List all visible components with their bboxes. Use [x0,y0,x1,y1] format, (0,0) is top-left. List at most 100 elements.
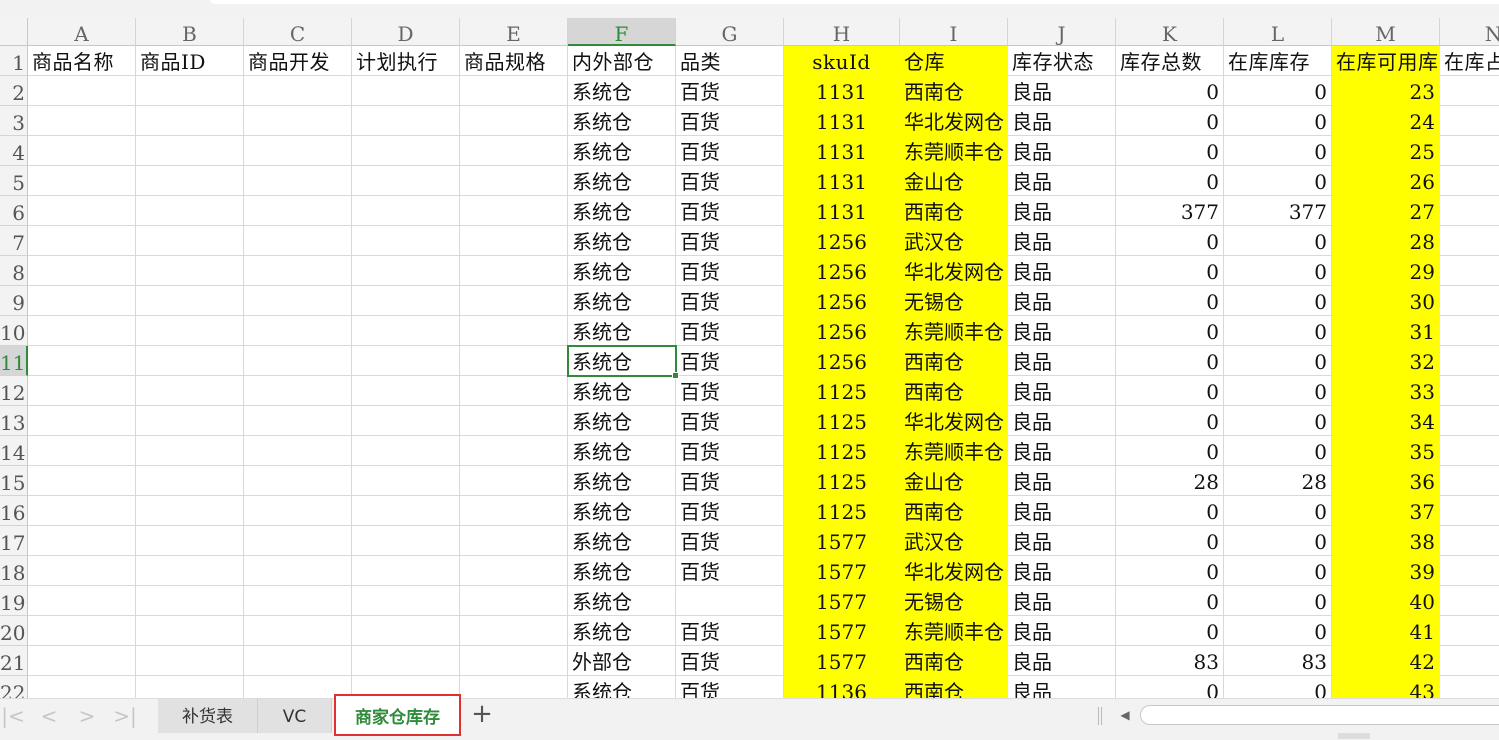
header-cell-l[interactable]: 在库库存 [1224,46,1332,76]
cell-n14[interactable] [1440,436,1499,466]
cell-d15[interactable] [352,466,460,496]
cell-d12[interactable] [352,376,460,406]
cell-n18[interactable] [1440,556,1499,586]
cell-f8[interactable]: 系统仓 [568,256,676,286]
cell-j15[interactable]: 良品 [1008,466,1116,496]
cell-e12[interactable] [460,376,568,406]
cell-e5[interactable] [460,166,568,196]
column-header-h[interactable]: H [784,18,900,46]
cell-h17[interactable]: 1577 [784,526,900,556]
cell-c6[interactable] [244,196,352,226]
cell-n8[interactable] [1440,256,1499,286]
cell-j3[interactable]: 良品 [1008,106,1116,136]
cell-k12[interactable]: 0 [1116,376,1224,406]
cell-f21[interactable]: 外部仓 [568,646,676,676]
select-all-corner[interactable] [0,18,28,46]
cell-n3[interactable] [1440,106,1499,136]
cell-h9[interactable]: 1256 [784,286,900,316]
cell-a10[interactable] [28,316,136,346]
cell-a15[interactable] [28,466,136,496]
column-header-l[interactable]: L [1224,18,1332,46]
row-header-3[interactable]: 3 [0,106,28,136]
prev-sheet-icon[interactable]: < [36,701,62,731]
cell-k14[interactable]: 0 [1116,436,1224,466]
cell-g11[interactable]: 百货 [676,346,784,376]
cell-d2[interactable] [352,76,460,106]
cell-n10[interactable] [1440,316,1499,346]
cell-h7[interactable]: 1256 [784,226,900,256]
cell-n4[interactable] [1440,136,1499,166]
cell-i8[interactable]: 华北发网仓 [900,256,1008,286]
cell-d21[interactable] [352,646,460,676]
cell-f11[interactable]: 系统仓 [568,346,676,376]
cell-m18[interactable]: 39 [1332,556,1440,586]
cell-e16[interactable] [460,496,568,526]
row-header-20[interactable]: 20 [0,616,28,646]
cell-a8[interactable] [28,256,136,286]
sheet-tab-restock[interactable]: 补货表 [158,699,258,733]
cell-g2[interactable]: 百货 [676,76,784,106]
cell-j20[interactable]: 良品 [1008,616,1116,646]
cell-b4[interactable] [136,136,244,166]
cell-l14[interactable]: 0 [1224,436,1332,466]
cell-l19[interactable]: 0 [1224,586,1332,616]
cell-e8[interactable] [460,256,568,286]
cell-i18[interactable]: 华北发网仓 [900,556,1008,586]
cell-d19[interactable] [352,586,460,616]
cell-i20[interactable]: 东莞顺丰仓 [900,616,1008,646]
cell-a13[interactable] [28,406,136,436]
cell-n11[interactable] [1440,346,1499,376]
cell-k21[interactable]: 83 [1116,646,1224,676]
cell-a6[interactable] [28,196,136,226]
column-header-a[interactable]: A [28,18,136,46]
cell-n2[interactable] [1440,76,1499,106]
cell-g15[interactable]: 百货 [676,466,784,496]
cell-f7[interactable]: 系统仓 [568,226,676,256]
cell-a4[interactable] [28,136,136,166]
cell-d8[interactable] [352,256,460,286]
cell-e22[interactable] [460,676,568,698]
cell-f13[interactable]: 系统仓 [568,406,676,436]
cell-a2[interactable] [28,76,136,106]
cell-m4[interactable]: 25 [1332,136,1440,166]
cell-h22[interactable]: 1136 [784,676,900,698]
cell-f10[interactable]: 系统仓 [568,316,676,346]
cell-b3[interactable] [136,106,244,136]
column-header-f[interactable]: F [568,18,676,46]
cell-d18[interactable] [352,556,460,586]
cell-i21[interactable]: 西南仓 [900,646,1008,676]
cell-n21[interactable] [1440,646,1499,676]
cell-e20[interactable] [460,616,568,646]
header-cell-g[interactable]: 品类 [676,46,784,76]
cell-e13[interactable] [460,406,568,436]
cell-g9[interactable]: 百货 [676,286,784,316]
cell-k3[interactable]: 0 [1116,106,1224,136]
cell-j2[interactable]: 良品 [1008,76,1116,106]
cell-c14[interactable] [244,436,352,466]
cell-l15[interactable]: 28 [1224,466,1332,496]
column-header-c[interactable]: C [244,18,352,46]
cell-d13[interactable] [352,406,460,436]
cell-k2[interactable]: 0 [1116,76,1224,106]
cell-l16[interactable]: 0 [1224,496,1332,526]
cell-a22[interactable] [28,676,136,698]
cell-c5[interactable] [244,166,352,196]
cell-j12[interactable]: 良品 [1008,376,1116,406]
header-cell-b[interactable]: 商品ID [136,46,244,76]
cell-g16[interactable]: 百货 [676,496,784,526]
cell-m6[interactable]: 27 [1332,196,1440,226]
cell-f4[interactable]: 系统仓 [568,136,676,166]
cell-j9[interactable]: 良品 [1008,286,1116,316]
cell-b16[interactable] [136,496,244,526]
cell-f18[interactable]: 系统仓 [568,556,676,586]
cell-a18[interactable] [28,556,136,586]
cell-l13[interactable]: 0 [1224,406,1332,436]
cell-c15[interactable] [244,466,352,496]
row-header-16[interactable]: 16 [0,496,28,526]
cell-d9[interactable] [352,286,460,316]
cell-g6[interactable]: 百货 [676,196,784,226]
cell-h8[interactable]: 1256 [784,256,900,286]
row-header-1[interactable]: 1 [0,46,28,76]
cell-n6[interactable] [1440,196,1499,226]
cell-j11[interactable]: 良品 [1008,346,1116,376]
